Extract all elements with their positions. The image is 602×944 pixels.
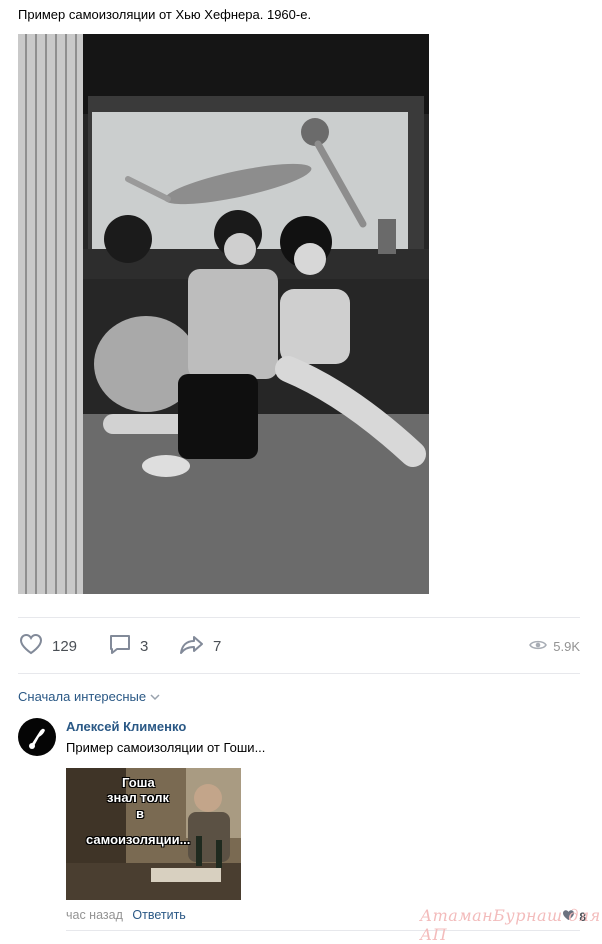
comment-image[interactable]: Гоша знал толк в самоизоляции... xyxy=(66,768,241,900)
share-icon xyxy=(179,632,205,661)
avatar[interactable] xyxy=(18,718,56,756)
comment-text: Пример самоизоляции от Гоши... xyxy=(66,740,266,755)
post-actions: 129 3 7 5.9K xyxy=(18,633,580,659)
reply-button[interactable]: Ответить xyxy=(132,908,185,922)
comments-sort-toggle[interactable]: Сначала интересные xyxy=(18,689,160,704)
photo-illustration xyxy=(18,34,429,594)
like-count: 129 xyxy=(52,637,78,655)
heart-icon xyxy=(18,632,44,661)
comment-icon xyxy=(108,632,132,661)
views-counter: 5.9K xyxy=(529,633,580,659)
post-text: Пример самоизоляции от Хью Хефнера. 1960… xyxy=(18,7,312,22)
meme-illustration xyxy=(66,768,241,900)
comments-sort-label: Сначала интересные xyxy=(18,689,147,704)
comment-meta: час назад Ответить xyxy=(66,908,186,922)
watermark: АтаманБурнаш для АП xyxy=(420,906,601,944)
comment-time[interactable]: час назад xyxy=(66,908,123,922)
eye-icon xyxy=(529,638,548,655)
share-button[interactable]: 7 xyxy=(179,633,221,659)
comment-count: 3 xyxy=(140,637,149,655)
share-count: 7 xyxy=(213,637,222,655)
comment-author[interactable]: Алексей Клименко xyxy=(66,719,186,734)
post-divider xyxy=(18,617,580,618)
comment-button[interactable]: 3 xyxy=(108,633,148,659)
like-button[interactable]: 129 xyxy=(18,633,77,659)
actions-divider xyxy=(18,673,580,674)
post-photo[interactable] xyxy=(18,34,429,594)
chevron-down-icon xyxy=(150,689,160,704)
views-count: 5.9K xyxy=(553,638,580,654)
